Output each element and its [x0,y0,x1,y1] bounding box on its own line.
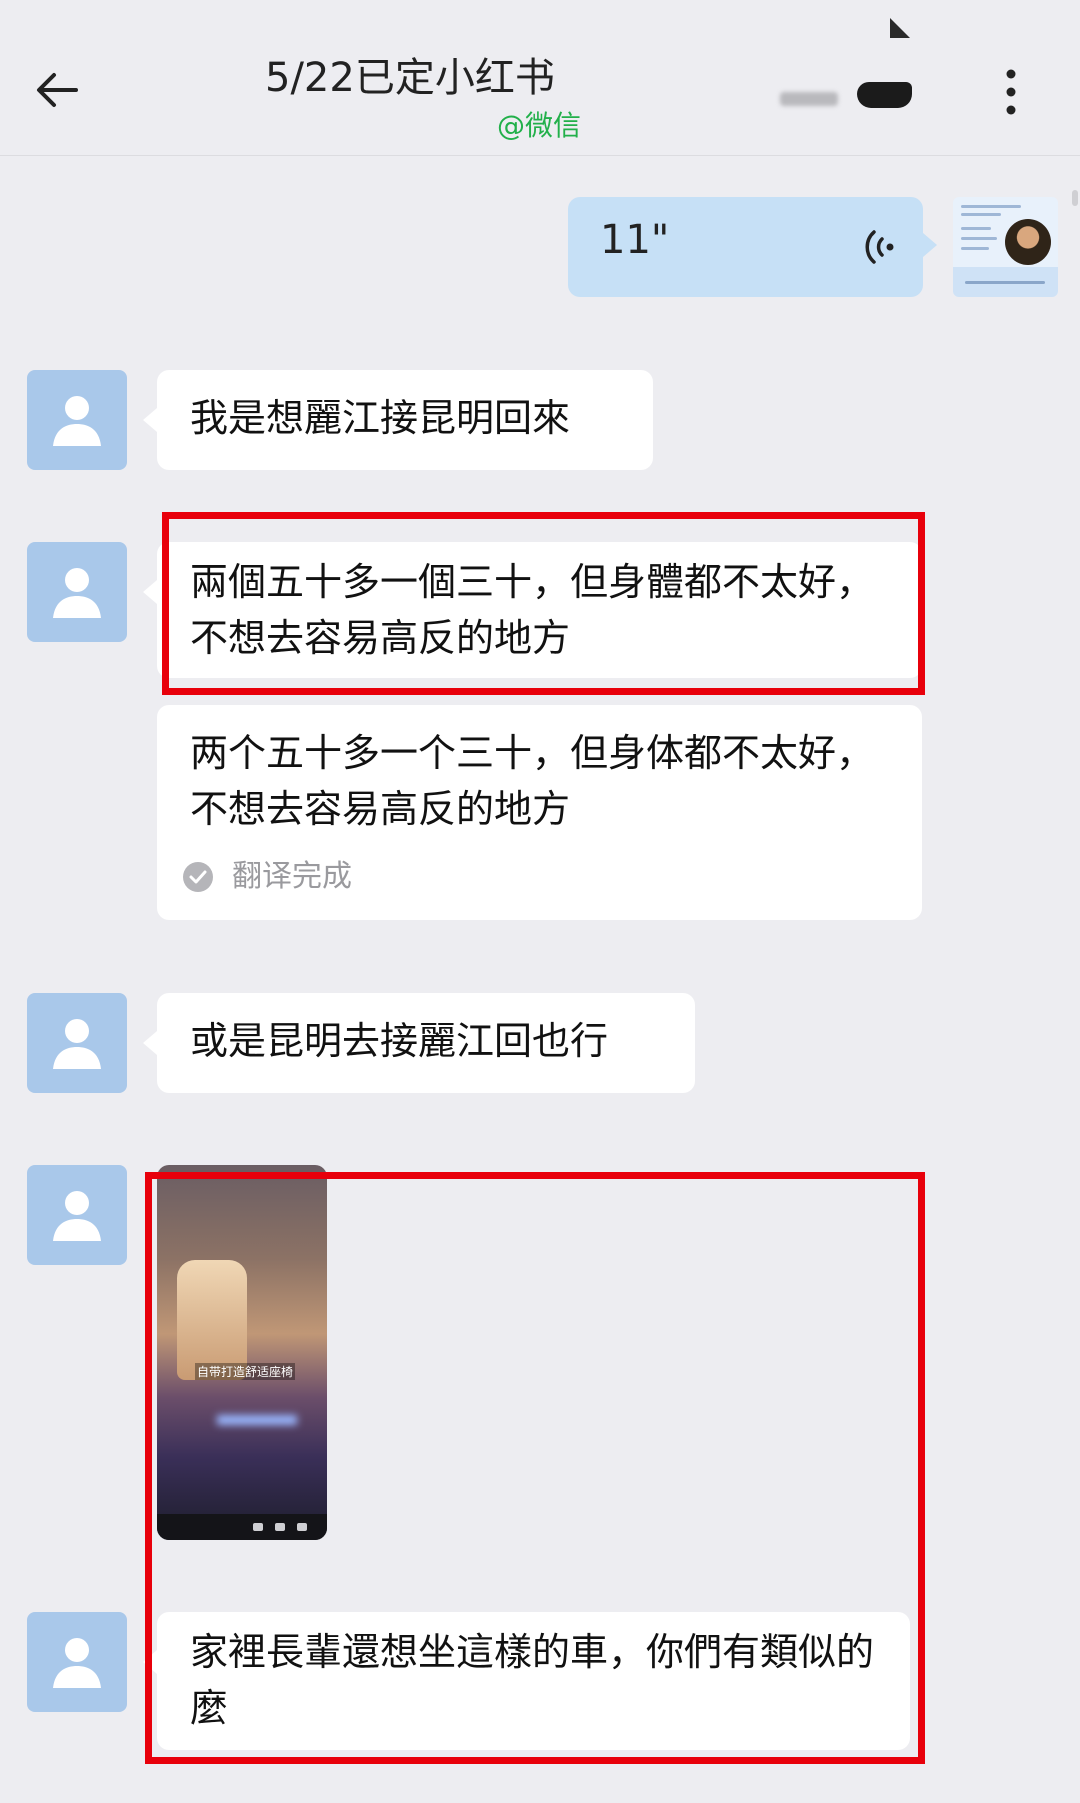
highlight-box [162,512,925,695]
back-arrow-icon[interactable] [28,60,88,120]
more-options-icon[interactable] [995,62,1027,122]
redacted-mark [890,18,910,38]
scrollbar[interactable] [1072,190,1078,206]
chat-header: 5/22已定小红书 @微信 [0,0,1080,156]
contact-avatar[interactable] [27,1612,127,1712]
self-avatar[interactable] [953,197,1058,297]
redacted-mark [780,92,838,106]
translation-status: 翻译完成 [182,857,352,897]
voice-message-bubble[interactable]: 11" [568,197,937,297]
message-bubble[interactable]: 我是想麗江接昆明回來 [143,370,653,470]
translation-bubble[interactable]: 两个五十多一个三十，但身体都不太好，不想去容易高反的地方 翻译完成 [157,705,922,920]
voice-wave-icon [865,230,894,264]
message-text: 我是想麗江接昆明回來 [190,396,571,440]
chat-subtitle: @微信 [497,109,582,142]
voice-duration: 11" [600,217,670,263]
contact-avatar[interactable] [27,542,127,642]
chat-title: 5/22已定小红书 [265,55,555,101]
highlight-box [145,1172,925,1764]
contact-avatar[interactable] [27,370,127,470]
contact-avatar[interactable] [27,993,127,1093]
message-bubble[interactable]: 或是昆明去接麗江回也行 [143,993,695,1093]
check-circle-icon [183,862,213,892]
message-text: 或是昆明去接麗江回也行 [190,1019,609,1063]
contact-avatar[interactable] [27,1165,127,1265]
redacted-mark [857,82,912,108]
translation-status-label: 翻译完成 [232,859,352,894]
translated-text: 两个五十多一个三十，但身体都不太好，不想去容易高反的地方 [190,731,875,831]
